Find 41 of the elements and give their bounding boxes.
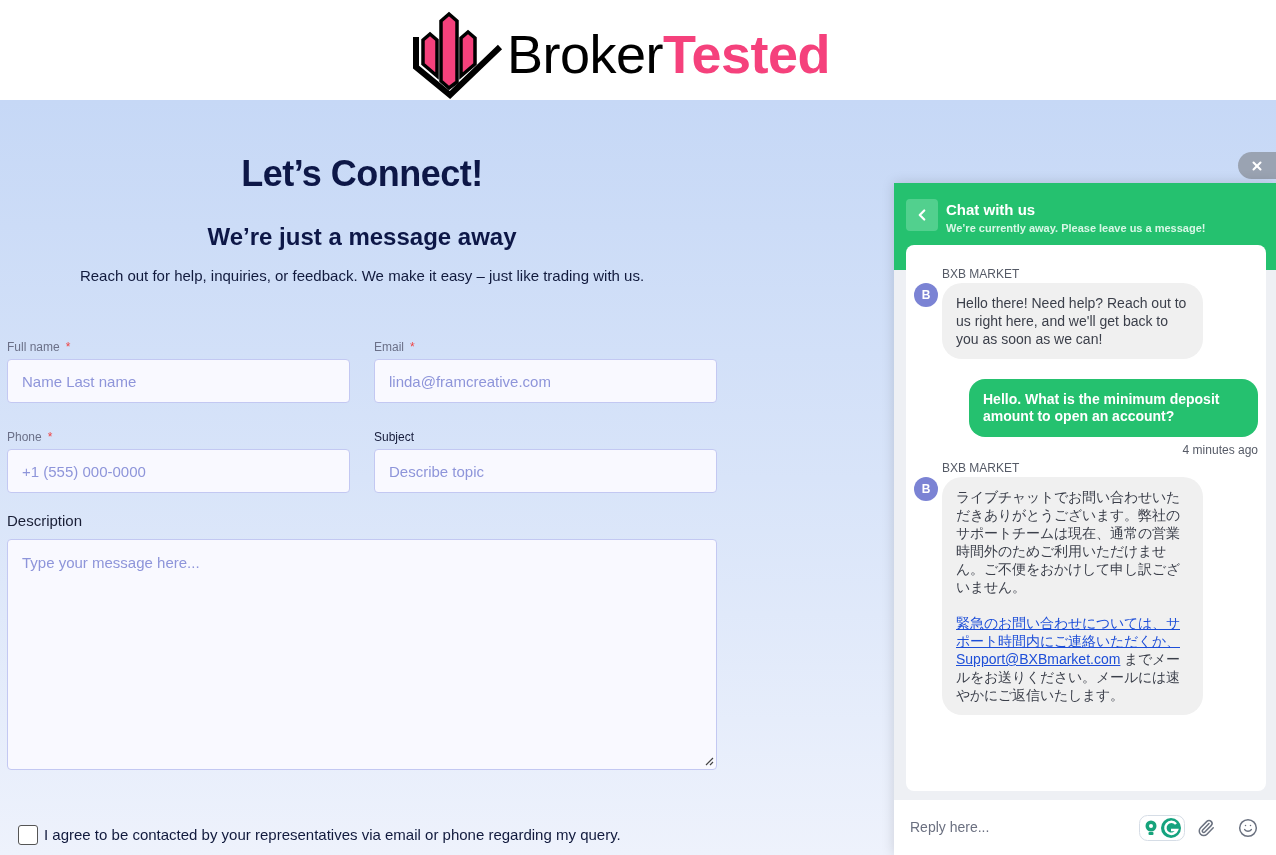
- consent-checkbox[interactable]: [18, 825, 38, 845]
- sender-avatar: B: [914, 477, 938, 501]
- text-link[interactable]: Support@BXBmarket.com: [956, 651, 1121, 667]
- message-bubble: Hello. What is the minimum deposit amount to open an account?: [969, 379, 1258, 437]
- message-text: ライブチャットでお問い合わせいただきありがとうございます。弊社のサポートチームは現在、通常の営業時間外のためご利用いただけません。ご不便をおかけして申し訳ございません。: [956, 488, 1181, 596]
- resize-handle-icon[interactable]: [705, 757, 714, 766]
- close-button[interactable]: [1238, 152, 1276, 179]
- field-label: Full name: [7, 339, 60, 355]
- text-link[interactable]: ポート時間内にご連絡いただくか、: [956, 633, 1180, 649]
- writing-assistant-icon[interactable]: [1139, 814, 1185, 841]
- field-label: Subject: [374, 429, 415, 445]
- page-title: Let’s Connect!: [241, 154, 483, 194]
- reply-field[interactable]: Reply here...: [910, 817, 1139, 838]
- message-text: 緊急のお問い合わせについては、サ ポート時間内にご連絡いただくか、 Support@BXBmarket.com までメールをお送りください。メールには速やかにご返信いたします。: [956, 614, 1182, 704]
- required-marker: *: [65, 339, 71, 355]
- chat-status: We’re currently away. Please leave us a message!: [946, 221, 1206, 236]
- text-field[interactable]: linda@framcreative.com: [374, 359, 717, 403]
- message-text: Hello there! Need help? Reach out to us right here, and we'll get back to you as soon as we can!: [956, 294, 1188, 348]
- attach-icon[interactable]: [1197, 818, 1215, 837]
- field-label: Description: [7, 511, 84, 531]
- required-marker: *: [410, 339, 415, 355]
- page-subtitle: We’re just a message away: [207, 222, 517, 252]
- logo-icon: [411, 9, 504, 99]
- sender-avatar: B: [914, 283, 938, 307]
- chat-title: Chat with us: [946, 200, 1037, 220]
- consent-text: I agree to be contacted by your representatives via email or phone regarding my query.: [44, 825, 621, 845]
- text-field[interactable]: +1 (555) 000-0000: [7, 449, 350, 493]
- required-marker: *: [47, 429, 53, 445]
- field-label: Email: [374, 339, 404, 355]
- emoji-icon[interactable]: [1238, 817, 1258, 838]
- sender-name: BXB MARKET: [942, 266, 1021, 282]
- field-label: Phone: [7, 429, 42, 445]
- sender-name: BXB MARKET: [942, 460, 1021, 476]
- message-time: 4 minutes ago: [1182, 442, 1258, 458]
- intro-text: Reach out for help, inquiries, or feedback. We make it easy – just like trading with us.: [79, 266, 645, 286]
- description-field[interactable]: Type your message here...: [7, 539, 717, 770]
- text-field[interactable]: Name Last name: [7, 359, 350, 403]
- text-field[interactable]: Describe topic: [374, 449, 717, 493]
- text-link[interactable]: 緊急のお問い合わせについては、サ: [956, 615, 1180, 631]
- close-icon: [1250, 158, 1264, 173]
- logo-text: BrokerTested: [506, 24, 831, 84]
